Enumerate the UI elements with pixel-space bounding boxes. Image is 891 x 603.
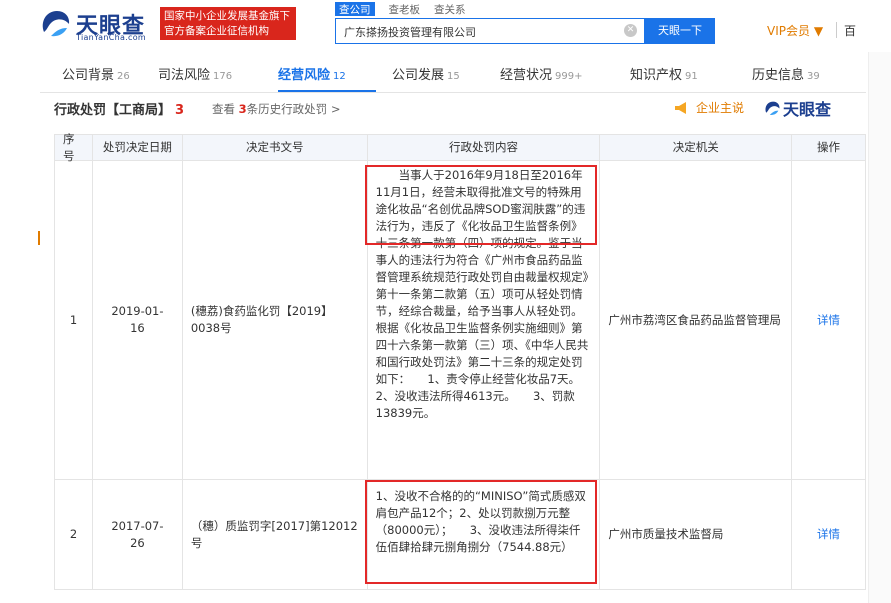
section-title: 行政处罚【工商局】 3 xyxy=(54,99,184,118)
row-detail-cell: 详情 xyxy=(792,480,866,590)
owner-label: 企业主说 xyxy=(696,101,745,115)
search-input[interactable]: 广东搽扬投资管理有限公司 xyxy=(335,18,645,44)
logo-mark-icon xyxy=(42,11,70,37)
tab-count: 12 xyxy=(333,71,346,82)
company-nav-tabs: 公司背景 26 司法风险 176 经营风险 12 公司发展 15 经营状况 999+ 知识… xyxy=(40,62,866,92)
history-prefix: 查看 xyxy=(212,102,235,116)
row-authority: 广州市荔湾区食品药品监督管理局 xyxy=(600,161,793,480)
vip-label: VIP会员 xyxy=(767,24,810,38)
search-button[interactable]: 天眼一下 xyxy=(645,18,715,44)
detail-link[interactable]: 详情 xyxy=(817,312,840,329)
header-doc-number: 决定书文号 xyxy=(182,135,368,161)
tab-operating-risk[interactable]: 经营风险 12 xyxy=(278,62,376,92)
header-index: 序号 xyxy=(55,132,93,163)
tab-count: 176 xyxy=(213,71,233,82)
highlight-box-row1 xyxy=(365,165,597,245)
nav-divider xyxy=(40,92,866,93)
top-header: 天眼查 TianYanCha.com 国家中小企业发展基金旗下 官方备案企业征信… xyxy=(0,0,891,52)
row-index: 2 xyxy=(55,480,93,590)
tab-label: 历史信息 xyxy=(752,68,805,83)
tab-judicial-risk[interactable]: 司法风险 176 xyxy=(158,62,278,92)
search-tab-boss[interactable]: 查老板 xyxy=(389,2,421,16)
tab-label: 公司背景 xyxy=(62,68,115,83)
tab-company-background[interactable]: 公司背景 26 xyxy=(40,62,158,92)
clear-search-icon[interactable]: ✕ xyxy=(624,24,637,37)
history-count: 3 xyxy=(238,102,247,116)
history-penalties-link[interactable]: 查看 3条历史行政处罚 > xyxy=(212,101,340,117)
official-slogan-badge: 国家中小企业发展基金旗下 官方备案企业征信机构 xyxy=(160,7,296,40)
row-doc-number: (穗荔)食药监化罚【2019】0038号 xyxy=(182,161,368,480)
enterprise-owner-says-link[interactable]: 企业主说 xyxy=(674,99,744,116)
table-header-row: 序号 处罚决定日期 决定书文号 行政处罚内容 决定机关 操作 xyxy=(55,132,866,163)
tab-operating-status[interactable]: 经营状况 999+ xyxy=(492,62,618,92)
detail-link[interactable]: 详情 xyxy=(817,526,840,543)
tab-count: 39 xyxy=(807,71,820,82)
tab-count: 999+ xyxy=(555,71,583,82)
highlight-box-row2 xyxy=(365,480,597,584)
brand-watermark: 天眼查 xyxy=(763,96,831,120)
slogan-line-1: 国家中小企业发展基金旗下 xyxy=(164,10,290,22)
logo-subtext: TianYanCha.com xyxy=(76,33,146,42)
row-doc-number: （穗）质监罚字[2017]第12012号 xyxy=(182,480,368,590)
search-tab-relation[interactable]: 查关系 xyxy=(434,2,466,16)
history-suffix: 条历史行政处罚 > xyxy=(246,102,341,116)
search-type-tabs: 查公司 查老板 查关系 xyxy=(335,2,466,16)
row-detail-cell: 详情 xyxy=(792,161,866,480)
tab-count: 26 xyxy=(117,71,130,82)
row-index: 1 xyxy=(55,161,93,480)
header-content: 行政处罚内容 xyxy=(367,135,601,161)
tab-count: 91 xyxy=(685,71,698,82)
header-more-link[interactable]: 百 xyxy=(844,22,856,39)
megaphone-icon xyxy=(675,101,686,114)
tab-label: 司法风险 xyxy=(158,68,211,83)
row-date: 2017-07- 26 xyxy=(92,480,183,590)
left-edge-marker xyxy=(38,231,40,245)
tab-intellectual-property[interactable]: 知识产权 91 xyxy=(618,62,742,92)
row-authority: 广州市质量技术监督局 xyxy=(600,480,793,590)
header-operation: 操作 xyxy=(792,135,866,161)
brand-logo-icon xyxy=(765,101,780,115)
tab-count: 15 xyxy=(447,71,460,82)
tab-label: 知识产权 xyxy=(630,68,683,83)
search-tab-company[interactable]: 查公司 xyxy=(335,2,375,16)
right-side-panel xyxy=(868,52,891,603)
tab-company-development[interactable]: 公司发展 15 xyxy=(376,62,492,92)
row-date: 2019-01- 16 xyxy=(92,161,183,480)
section-title-text: 行政处罚【工商局】 xyxy=(54,103,172,118)
tab-label: 公司发展 xyxy=(392,68,445,83)
section-count: 3 xyxy=(175,103,185,118)
brand-text: 天眼查 xyxy=(783,100,832,119)
slogan-line-2: 官方备案企业征信机构 xyxy=(164,25,269,37)
tab-history-info[interactable]: 历史信息 39 xyxy=(742,62,866,92)
vip-member-menu[interactable]: VIP会员 ▼ xyxy=(767,22,823,39)
header-authority: 决定机关 xyxy=(600,135,793,161)
tianyancha-logo[interactable]: 天眼查 TianYanCha.com xyxy=(38,6,150,42)
header-divider xyxy=(836,22,837,38)
tab-label: 经营风险 xyxy=(278,68,331,83)
header-date: 处罚决定日期 xyxy=(92,135,183,161)
tab-label: 经营状况 xyxy=(500,68,553,83)
caret-down-icon: ▼ xyxy=(813,24,824,38)
